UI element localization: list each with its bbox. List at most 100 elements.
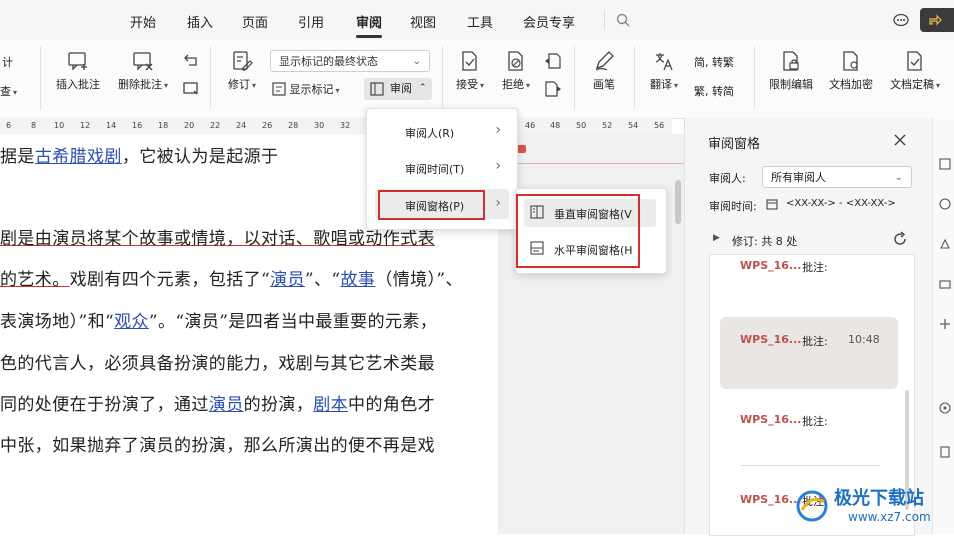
track-changes-button[interactable]: 修订 ▾ — [222, 50, 262, 92]
revision-connector-line — [514, 163, 684, 164]
ribbon-separator — [754, 46, 755, 110]
sidebar-tool-icon[interactable] — [939, 446, 951, 458]
ribbon-partial-bottom[interactable]: 查 ▾ — [0, 83, 17, 99]
markup-state-select[interactable]: 显示标记的最终状态 ⌄ — [270, 50, 430, 72]
tab-page[interactable]: 页面 — [242, 12, 268, 31]
insert-comment-button[interactable]: 插入批注 — [52, 50, 104, 92]
doc-finalize-button[interactable]: 文档定稿 ▾ — [884, 50, 946, 92]
review-pane-icon — [370, 82, 384, 96]
pen-label: 画笔 — [593, 78, 615, 91]
share-icon — [929, 14, 942, 26]
translate-button[interactable]: 翻译 ▾ — [644, 50, 684, 92]
doc-line-7: 中张，如果抛弃了演员的扮演，那么所演出的便不再是戏 — [0, 436, 435, 456]
doc-text: ”、“ — [304, 270, 341, 290]
restrict-edit-button[interactable]: 限制编辑 — [764, 50, 818, 92]
show-markup-button[interactable]: 显示标记 ▾ — [272, 81, 340, 97]
previous-revision-icon[interactable] — [544, 52, 562, 70]
review-dropdown-button[interactable]: 审阅 ⌃ — [364, 78, 432, 100]
doc-encrypt-button[interactable]: 文档加密 — [824, 50, 878, 92]
sidebar-tool-icon[interactable] — [939, 318, 951, 330]
sidebar-tool-icon[interactable] — [939, 198, 951, 210]
review-time-value[interactable]: <XX-XX-> - <XX-XX-> — [786, 198, 896, 209]
doc-link[interactable]: 演员 — [270, 270, 305, 290]
comment-author: WPS_16... — [740, 333, 802, 346]
ruler-tick: 30 — [314, 121, 325, 130]
tab-tools[interactable]: 工具 — [467, 12, 493, 31]
doc-link[interactable]: 剧本 — [313, 395, 348, 415]
doc-text: 同的处便在于扮演了，通过 — [0, 395, 209, 415]
expand-arrow-icon[interactable]: ▶ — [713, 233, 720, 243]
watermark-title: 极光下载站 — [834, 488, 924, 509]
next-revision-icon[interactable] — [544, 80, 562, 98]
accept-button[interactable]: 接受 ▾ — [452, 50, 488, 92]
sidebar-tool-icon[interactable] — [939, 278, 951, 290]
comment-author: WPS_16... — [740, 413, 802, 426]
ruler-tick: 12 — [80, 121, 91, 130]
menu-item-reviewer[interactable]: 审阅人(R) › — [367, 116, 517, 146]
markup-state-value: 显示标记的最终状态 — [279, 55, 378, 68]
ruler-tick: 46 — [525, 121, 536, 130]
tab-view[interactable]: 视图 — [410, 12, 436, 31]
highlight-review-pane-item — [378, 190, 485, 220]
tab-member[interactable]: 会员专享 — [523, 12, 575, 31]
doc-link[interactable]: 演员 — [209, 395, 244, 415]
comment-item-selected[interactable]: WPS_16... 批注: 10:48 — [720, 317, 898, 389]
cloud-icon[interactable] — [892, 12, 910, 28]
doc-line-6: 同的处便在于扮演了，通过演员的扮演，剧本中的角色才 — [0, 390, 435, 415]
doc-link[interactable]: 故事 — [341, 270, 376, 290]
share-button[interactable] — [920, 8, 954, 32]
watermark-url: www.xz7.com — [848, 510, 931, 524]
review-time-label: 审阅时间: — [709, 200, 757, 213]
next-comment-icon[interactable] — [182, 80, 200, 96]
doc-finalize-icon — [907, 51, 922, 71]
tab-insert[interactable]: 插入 — [187, 12, 213, 31]
doc-link[interactable]: 观众 — [114, 312, 149, 332]
comment-item[interactable]: WPS_16... 批注: — [710, 245, 914, 315]
ruler-tick: 54 — [628, 121, 639, 130]
delete-comment-button[interactable]: 删除批注 ▾ — [112, 50, 174, 92]
to-traditional-button[interactable]: 简, 转繁 — [694, 54, 734, 70]
menu-item-review-time[interactable]: 审阅时间(T) › — [367, 152, 517, 182]
review-pane-title: 审阅窗格 — [708, 137, 761, 152]
accept-label: 接受 — [455, 78, 478, 91]
menu-item-label: 审阅人(R) — [405, 127, 455, 140]
ruler-tick: 52 — [602, 121, 613, 130]
reject-icon — [508, 51, 523, 71]
ruler-tick: 48 — [550, 121, 561, 130]
tab-home[interactable]: 开始 — [130, 12, 156, 31]
reviewer-select[interactable]: 所有审阅人 ⌄ — [762, 166, 912, 188]
delete-comment-icon — [133, 52, 153, 71]
comment-item[interactable]: WPS_16... 批注: — [710, 399, 914, 469]
close-icon[interactable] — [894, 134, 906, 146]
chevron-down-icon: ⌄ — [412, 56, 421, 67]
search-icon[interactable] — [616, 13, 630, 27]
restrict-edit-icon — [783, 51, 799, 71]
reject-button[interactable]: 拒绝 ▾ — [498, 50, 534, 92]
doc-text: 戏剧有四个元素，包括了“ — [69, 270, 271, 290]
comment-label: 批注: — [802, 335, 828, 348]
sidebar-tool-icon[interactable] — [939, 158, 951, 170]
to-simplified-button[interactable]: 繁, 转简 — [694, 83, 734, 99]
sidebar-tool-icon[interactable] — [939, 402, 951, 414]
doc-text: 的扮演， — [243, 395, 314, 415]
ruler-tick: 56 — [654, 121, 665, 130]
calendar-icon[interactable] — [766, 198, 778, 210]
previous-comment-icon[interactable] — [182, 52, 200, 68]
pen-button[interactable]: 画笔 — [586, 50, 622, 92]
translate-icon — [655, 53, 673, 71]
doc-link[interactable]: 古希腊戏剧 — [35, 147, 122, 167]
ribbon-separator — [40, 46, 41, 110]
doc-line-1: 据是古希腊戏剧，它被认为是起源于 — [0, 142, 278, 167]
restrict-edit-label: 限制编辑 — [769, 78, 813, 91]
review-label: 审阅 — [390, 82, 412, 95]
comment-divider — [740, 465, 880, 466]
reviewer-label: 审阅人: — [709, 172, 746, 185]
ribbon-separator — [442, 46, 443, 110]
document-scrollbar[interactable] — [675, 180, 681, 224]
translate-label: 翻译 — [649, 78, 672, 91]
ribbon-partial-top[interactable]: 计 — [2, 54, 13, 70]
comment-time: 10:48 — [848, 333, 880, 346]
sidebar-tool-icon[interactable] — [939, 238, 951, 250]
tab-review[interactable]: 审阅 — [356, 12, 382, 31]
tab-reference[interactable]: 引用 — [298, 12, 324, 31]
